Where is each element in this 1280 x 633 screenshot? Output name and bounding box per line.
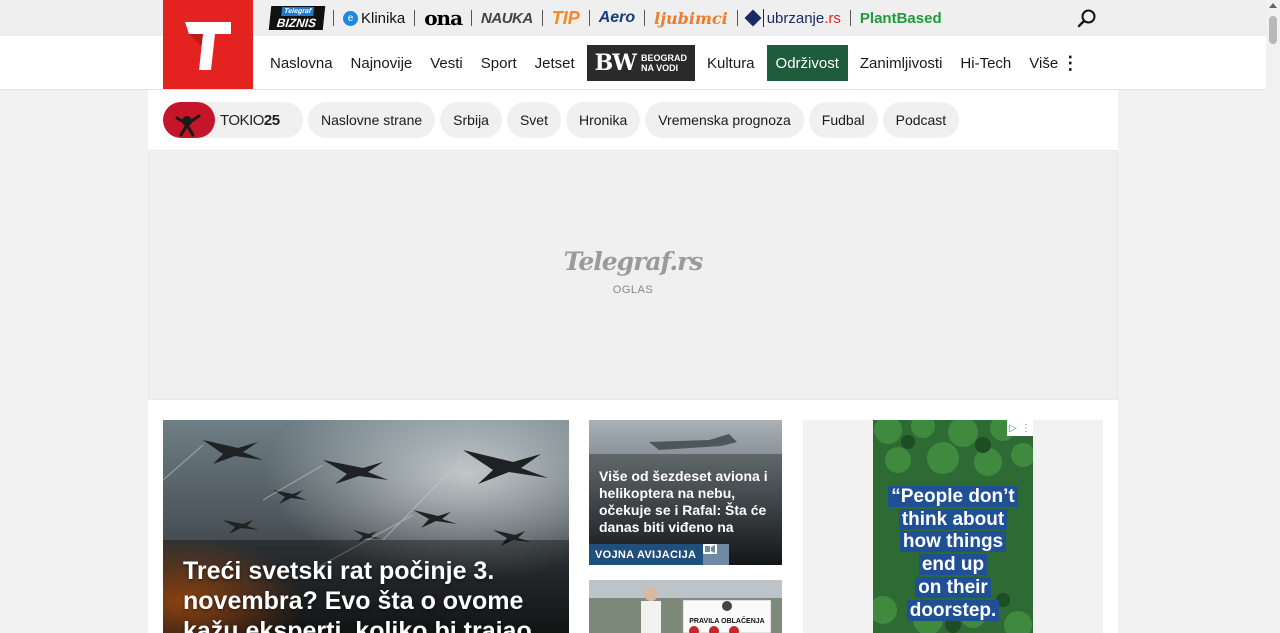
divider xyxy=(414,10,416,26)
brand-ona[interactable]: ona xyxy=(424,4,463,32)
card-title: Više od šezdeset aviona i helikoptera na… xyxy=(599,468,768,535)
tag-fudbal[interactable]: Fudbal xyxy=(808,102,878,138)
main-nav: Naslovna Najnovije Vesti Sport Jetset BW… xyxy=(270,45,1088,81)
tag-vremenska-prognoza[interactable]: Vremenska prognoza xyxy=(645,102,804,138)
brand-tip[interactable]: TIP xyxy=(552,4,580,32)
ad-quote: “People don’t think about how things end… xyxy=(873,486,1033,622)
divider xyxy=(471,10,473,26)
divider xyxy=(588,10,590,26)
ad-banner[interactable]: Telegraf.rs OGLAS xyxy=(148,150,1118,400)
nav-zanimljivosti[interactable]: Zanimljivosti xyxy=(851,45,952,81)
more-vertical-icon: ⋮ xyxy=(1061,52,1080,73)
adchoices-icon[interactable]: ▷ ⋮ xyxy=(1007,420,1033,436)
search-icon[interactable] xyxy=(1076,8,1098,30)
sidebar-ad[interactable]: “People don’t think about how things end… xyxy=(873,420,1033,633)
scrollbar-thumb[interactable] xyxy=(1269,16,1277,44)
brand-ljubimci[interactable]: ljubimci xyxy=(654,4,728,32)
nav-jetset[interactable]: Jetset xyxy=(526,45,584,81)
nav-najnovije[interactable]: Najnovije xyxy=(342,45,422,81)
tag-svet[interactable]: Svet xyxy=(506,102,561,138)
tokio-sun-icon xyxy=(163,102,215,138)
divider xyxy=(541,10,543,26)
divider xyxy=(333,10,334,26)
article-card-pravila[interactable]: PRAVILA OBLAČENJA xyxy=(589,580,782,633)
brand-biznis[interactable]: Telegraf BIZNIS xyxy=(268,6,326,30)
brand-klinika[interactable]: e Klinika xyxy=(343,4,405,32)
tag-srbija[interactable]: Srbija xyxy=(440,102,502,138)
sister-sites: Telegraf BIZNIS e Klinika ona NAUKA TIP … xyxy=(268,4,942,32)
sign-text: PRAVILA OBLAČENJA xyxy=(689,616,764,625)
divider xyxy=(849,10,851,26)
tag-podcast[interactable]: Podcast xyxy=(882,102,960,138)
nav-sport[interactable]: Sport xyxy=(472,45,526,81)
ad-menu-icon[interactable]: ⋮ xyxy=(1021,423,1031,434)
klinika-icon: e xyxy=(343,10,358,26)
video-icon xyxy=(703,544,729,565)
ubrzanje-icon xyxy=(744,9,762,27)
brand-nauka[interactable]: NAUKA xyxy=(481,4,533,32)
article-card-avijacija[interactable]: Više od šezdeset aviona i helikoptera na… xyxy=(589,420,782,565)
nav-odrzivost[interactable]: Održivost xyxy=(766,45,848,81)
card2-image: PRAVILA OBLAČENJA xyxy=(589,580,782,633)
tag-bar: TOKIO25 Naslovne strane Srbija Svet Hron… xyxy=(163,102,964,138)
brand-plantbased[interactable]: PlantBased xyxy=(860,4,942,32)
scroll-up-icon[interactable] xyxy=(1269,3,1277,8)
brand-aero[interactable]: Aero xyxy=(599,4,635,32)
brand-ubrzanje[interactable]: ubrzanje .rs xyxy=(744,4,841,32)
tag-hronika[interactable]: Hronika xyxy=(565,102,641,138)
nav-beograd-na-vodi[interactable]: BW BEOGRAD NA VODI xyxy=(586,45,695,81)
divider xyxy=(762,9,764,27)
tag-tokio-25[interactable]: TOKIO25 xyxy=(163,102,303,138)
nav-vise[interactable]: Više ⋮ xyxy=(1020,45,1088,81)
nav-naslovna[interactable]: Naslovna xyxy=(270,45,342,81)
nav-vesti[interactable]: Vesti xyxy=(421,45,472,81)
nav-kultura[interactable]: Kultura xyxy=(698,45,764,81)
ad-label: OGLAS xyxy=(612,284,654,296)
hero-article[interactable]: Treći svetski rat počinje 3. novembra? E… xyxy=(163,420,569,633)
divider xyxy=(644,10,646,26)
divider xyxy=(736,10,738,26)
nav-hi-tech[interactable]: Hi-Tech xyxy=(951,45,1020,81)
hero-title: Treći svetski rat počinje 3. novembra? E… xyxy=(183,557,532,633)
telegraf-logo[interactable] xyxy=(163,0,253,89)
ad-watermark: Telegraf.rs xyxy=(563,247,704,276)
tag-naslovne-strane[interactable]: Naslovne strane xyxy=(308,102,436,138)
scrollbar[interactable] xyxy=(1266,0,1280,633)
ad-info-icon[interactable]: ▷ xyxy=(1009,423,1017,434)
